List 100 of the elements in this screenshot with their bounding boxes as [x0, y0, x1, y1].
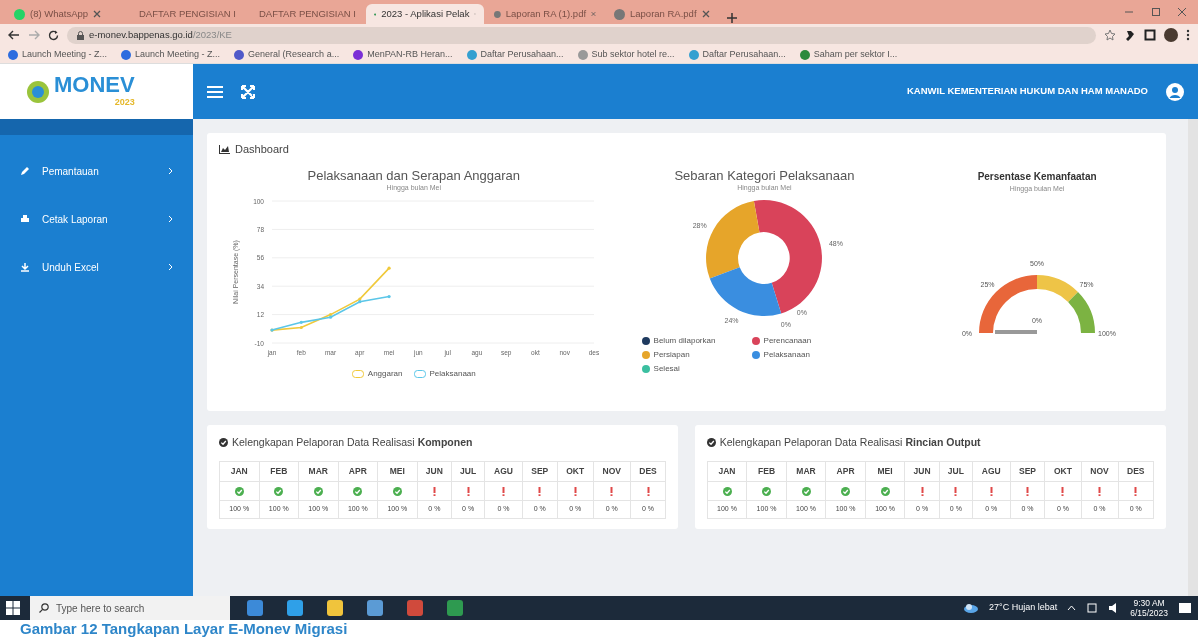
bookmark[interactable]: Saham per sektor I...	[799, 47, 898, 62]
legend-item[interactable]: Anggaran	[351, 368, 403, 381]
favicon-icon	[14, 8, 25, 20]
close-icon[interactable]	[701, 10, 710, 18]
app-icon[interactable]	[366, 599, 384, 617]
browser-tab[interactable]: Laporan RA (1).pdf	[486, 4, 604, 24]
office-name: KANWIL KEMENTERIAN HUKUM DAN HAM MANADO	[907, 84, 1148, 99]
column-header: FEB	[259, 461, 299, 481]
weather-text[interactable]: 27°C Hujan lebat	[989, 601, 1058, 615]
bookmark-icon	[8, 49, 18, 60]
bookmark[interactable]: Daftar Perusahaan...	[688, 47, 786, 62]
legend-item[interactable]: Perencanaan	[751, 335, 862, 348]
star-icon[interactable]	[1104, 29, 1116, 41]
legend-item[interactable]: Selesai	[641, 363, 752, 376]
maximize-icon[interactable]	[1150, 7, 1161, 17]
column-header: AGU	[484, 461, 523, 481]
chevron-icon	[168, 215, 173, 223]
sidebar-item[interactable]: Pemantauan	[0, 147, 193, 195]
chart-title: Sebaran Kategori Pelaksanaan	[673, 168, 856, 183]
app-icon[interactable]	[286, 599, 304, 617]
column-header: APR	[825, 461, 866, 481]
search-field[interactable]: Type here to search	[30, 596, 230, 620]
bookmark[interactable]: Launch Meeting - Z...	[121, 47, 221, 62]
close-icon[interactable]	[1177, 7, 1187, 17]
column-header: JUN	[904, 461, 940, 481]
search-icon	[39, 603, 49, 613]
column-header: AGU	[972, 461, 1011, 481]
browser-tab[interactable]: 2023 - Aplikasi Pelak	[366, 4, 484, 24]
network-icon[interactable]	[1086, 602, 1099, 614]
start-icon[interactable]	[6, 601, 20, 615]
browser-tab[interactable]: Laporan RA.pdf	[606, 4, 724, 24]
favicon-icon	[614, 8, 625, 20]
column-header: JAN	[707, 461, 747, 481]
legend-marker-icon	[641, 365, 650, 374]
close-icon[interactable]	[93, 10, 102, 18]
menu-icon[interactable]	[207, 85, 223, 98]
bookmark-icon	[688, 49, 699, 60]
bookmark-icon	[466, 49, 477, 60]
legend-item[interactable]: Pelaksanaan	[413, 368, 476, 381]
column-header: NOV	[593, 461, 631, 481]
app-icon[interactable]	[446, 599, 464, 617]
app-icon[interactable]	[246, 599, 264, 617]
bookmark[interactable]: General (Research a...	[234, 47, 340, 62]
sidebar-icon[interactable]	[1144, 29, 1156, 41]
legend-marker-icon	[351, 370, 364, 379]
column-header: JUL	[451, 461, 485, 481]
clock-time[interactable]: 9:30 AM	[1130, 597, 1168, 608]
bookmark-icon	[121, 49, 132, 60]
legend-item[interactable]: Persiapan	[641, 349, 752, 362]
page-title: Dashboard	[235, 142, 289, 157]
card-title: Kelengkapan Pelaporan Data Realisasi Rincian Output	[719, 435, 981, 450]
area-chart-icon	[219, 144, 230, 154]
legend-marker-icon	[751, 337, 760, 346]
reload-icon[interactable]	[48, 29, 59, 41]
legend-marker-icon	[641, 351, 650, 360]
address-bar[interactable]: e-monev.bappenas.go.id/2023/KE	[67, 26, 1096, 44]
legend-marker-icon	[413, 370, 426, 379]
bookmark[interactable]: Launch Meeting - Z...	[8, 47, 108, 62]
column-header: JUN	[417, 461, 452, 481]
sidebar-item[interactable]: Cetak Laporan	[0, 195, 193, 243]
bookmark-icon	[799, 49, 810, 60]
chevron-icon	[168, 263, 173, 271]
user-icon[interactable]	[1166, 82, 1184, 101]
legend-item[interactable]: Pelaksanaan	[751, 349, 862, 362]
column-header: SEP	[522, 461, 558, 481]
chevron-icon	[168, 167, 173, 175]
column-header: FEB	[746, 461, 787, 481]
browser-tab[interactable]: (8) WhatsApp	[6, 4, 124, 24]
app-icon[interactable]	[326, 599, 344, 617]
clock-date[interactable]: 6/15/2023	[1130, 608, 1168, 619]
browser-tab[interactable]: DAFTAR PENGISIAN I	[126, 4, 244, 24]
back-icon[interactable]	[8, 30, 20, 40]
legend-item[interactable]: Belum dilaporkan	[641, 335, 752, 348]
avatar-icon[interactable]	[1164, 28, 1178, 42]
bookmark[interactable]: MenPAN-RB Heran...	[353, 47, 453, 62]
card-title: Kelengkapan Pelaporan Data Realisasi Komponen	[232, 435, 473, 450]
bookmark[interactable]: Daftar Perusahaan...	[466, 47, 564, 62]
new-tab-icon[interactable]	[726, 12, 738, 24]
more-icon[interactable]	[1186, 29, 1190, 41]
pencil-icon	[20, 166, 30, 176]
logo-icon	[26, 79, 50, 104]
column-header: DES	[1118, 461, 1154, 481]
chevron-up-icon[interactable]	[1067, 605, 1077, 611]
bookmark-icon	[234, 49, 245, 60]
column-header: APR	[338, 461, 378, 481]
column-header: DES	[630, 461, 666, 481]
column-header: MEI	[377, 461, 418, 481]
column-header: JAN	[219, 461, 259, 481]
column-header: MAR	[786, 461, 826, 481]
download-icon	[20, 262, 30, 272]
bookmark[interactable]: Sub sektor hotel re...	[577, 47, 675, 62]
gauge-needle	[995, 329, 1038, 334]
sidebar-item[interactable]: Unduh Excel	[0, 243, 193, 291]
check-circle-icon	[706, 438, 716, 448]
bookmark-icon	[353, 49, 364, 60]
browser-tab[interactable]: DAFTAR PENGISIAN I	[246, 4, 364, 24]
notification-icon[interactable]	[1178, 601, 1192, 615]
column-header: NOV	[1081, 461, 1119, 481]
fullscreen-icon[interactable]	[241, 84, 255, 99]
legend-marker-icon	[641, 337, 650, 346]
